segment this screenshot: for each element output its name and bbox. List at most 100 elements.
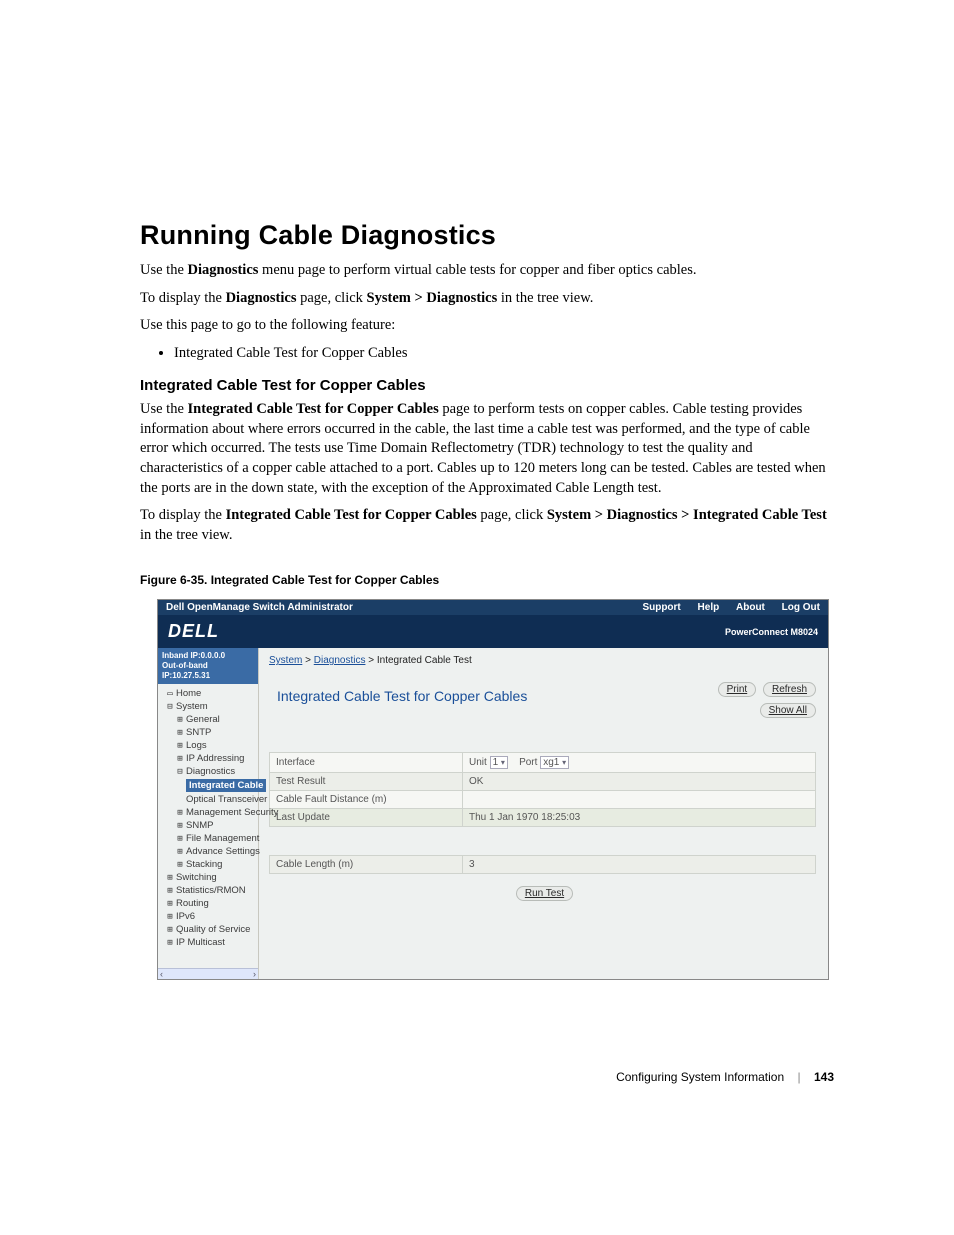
screenshot-body: Inband IP:0.0.0.0 Out-of-band IP:10.27.5… (158, 648, 828, 979)
value-test-result: OK (463, 773, 816, 791)
tree-ip-multicast[interactable]: ⊞IP Multicast (162, 936, 256, 949)
embedded-screenshot: Dell OpenManage Switch Administrator Sup… (157, 599, 829, 980)
tree-label-selected: Integrated Cable (186, 779, 266, 792)
footer-separator: | (798, 1070, 801, 1084)
about-link[interactable]: About (736, 602, 765, 613)
tree-stacking[interactable]: ⊞Stacking (162, 858, 256, 871)
label-interface: Interface (270, 753, 463, 773)
tree-management-security[interactable]: ⊞Management Security (162, 806, 256, 819)
panel-header: Integrated Cable Test for Copper Cables … (269, 682, 816, 718)
label-fault-distance: Cable Fault Distance (m) (270, 791, 463, 809)
expand-icon: ⊞ (176, 834, 184, 844)
page-number: 143 (814, 1070, 834, 1084)
tree-switching[interactable]: ⊞Switching (162, 871, 256, 884)
bold-text: Integrated Cable Test for Copper Cables (188, 401, 439, 417)
text: Use the (140, 401, 188, 417)
tree-label: Management Security (186, 807, 278, 818)
run-test-button[interactable]: Run Test (516, 886, 573, 901)
folder-icon: ▭ (166, 689, 174, 699)
value-last-update: Thu 1 Jan 1970 18:25:03 (463, 809, 816, 827)
figure-caption: Figure 6-35. Integrated Cable Test for C… (140, 573, 834, 587)
tree-qos[interactable]: ⊞Quality of Service (162, 923, 256, 936)
expand-icon: ⊞ (166, 886, 174, 896)
model-label: PowerConnect M8024 (725, 627, 818, 637)
tree-advance-settings[interactable]: ⊞Advance Settings (162, 845, 256, 858)
scroll-left-icon[interactable]: ‹ (160, 969, 163, 979)
nav-sidebar: Inband IP:0.0.0.0 Out-of-band IP:10.27.5… (158, 648, 259, 979)
tree-ipv6[interactable]: ⊞IPv6 (162, 910, 256, 923)
expand-icon: ⊞ (166, 899, 174, 909)
tree-label: Advance Settings (186, 846, 260, 857)
text: To display the (140, 507, 226, 523)
page: Running Cable Diagnostics Use the Diagno… (0, 0, 954, 1144)
paragraph: Use this page to go to the following fea… (140, 316, 834, 336)
tree-ip-addressing[interactable]: ⊞IP Addressing (162, 752, 256, 765)
tree-diagnostics[interactable]: ⊟Diagnostics (162, 765, 256, 778)
tree-statistics[interactable]: ⊞Statistics/RMON (162, 884, 256, 897)
crumb-diagnostics[interactable]: Diagnostics (314, 655, 366, 666)
breadcrumb: System > Diagnostics > Integrated Cable … (269, 652, 816, 682)
results-table: Interface Unit 1 ▾ Port xg1 ▾ Test Resul… (269, 752, 816, 874)
expand-icon: ⊞ (176, 741, 184, 751)
panel-title: Integrated Cable Test for Copper Cables (269, 682, 527, 710)
tree-routing[interactable]: ⊞Routing (162, 897, 256, 910)
text: page, click (296, 290, 366, 306)
page-footer: Configuring System Information | 143 (140, 1070, 834, 1084)
refresh-button[interactable]: Refresh (763, 682, 816, 697)
table-row-cable-length: Cable Length (m) 3 (270, 856, 816, 874)
bold-text: Integrated Cable Test for Copper Cables (226, 507, 477, 523)
table-row-fault-distance: Cable Fault Distance (m) (270, 791, 816, 809)
paragraph: Use the Diagnostics menu page to perform… (140, 261, 834, 281)
data-table-block: Interface Unit 1 ▾ Port xg1 ▾ Test Resul… (269, 752, 816, 901)
expand-icon: ⊞ (176, 715, 184, 725)
footer-section: Configuring System Information (616, 1070, 784, 1084)
tree-snmp[interactable]: ⊞SNMP (162, 819, 256, 832)
show-all-button[interactable]: Show All (760, 703, 816, 718)
paragraph: To display the Diagnostics page, click S… (140, 289, 834, 309)
chevron-down-icon: ▾ (501, 758, 505, 767)
scroll-right-icon[interactable]: › (253, 969, 256, 979)
port-label: Port (519, 757, 537, 768)
tree-label: File Management (186, 833, 259, 844)
tree-integrated-cable[interactable]: Integrated Cable (162, 778, 256, 793)
tree-logs[interactable]: ⊞Logs (162, 739, 256, 752)
horizontal-scrollbar[interactable]: ‹ › (158, 968, 258, 979)
help-link[interactable]: Help (698, 602, 720, 613)
text: menu page to perform virtual cable tests… (258, 262, 696, 278)
tree-file-management[interactable]: ⊞File Management (162, 832, 256, 845)
tree-system[interactable]: ⊟System (162, 700, 256, 713)
tree-sntp[interactable]: ⊞SNTP (162, 726, 256, 739)
tree-home[interactable]: ▭Home (162, 687, 256, 700)
menu-path: System > Diagnostics (367, 290, 498, 306)
tree-general[interactable]: ⊞General (162, 713, 256, 726)
tree-label: SNTP (186, 727, 211, 738)
table-row-interface: Interface Unit 1 ▾ Port xg1 ▾ (270, 753, 816, 773)
tree-label: Quality of Service (176, 924, 250, 935)
crumb-sep: > (365, 655, 376, 666)
expand-icon: ⊞ (176, 847, 184, 857)
tree-label: SNMP (186, 820, 213, 831)
outband-ip: Out-of-band IP:10.27.5.31 (162, 661, 254, 681)
crumb-system[interactable]: System (269, 655, 302, 666)
port-select[interactable]: xg1 ▾ (540, 756, 569, 769)
expand-icon: ⊞ (176, 808, 184, 818)
label-cable-length: Cable Length (m) (270, 856, 463, 874)
expand-icon: ⊞ (176, 860, 184, 870)
chevron-down-icon: ▾ (562, 758, 566, 767)
logout-link[interactable]: Log Out (782, 602, 820, 613)
expand-icon: ⊞ (166, 912, 174, 922)
text: page, click (477, 507, 547, 523)
ip-info: Inband IP:0.0.0.0 Out-of-band IP:10.27.5… (158, 648, 258, 684)
unit-select[interactable]: 1 ▾ (490, 756, 508, 769)
list-item: Integrated Cable Test for Copper Cables (174, 344, 834, 364)
collapse-icon: ⊟ (166, 702, 174, 712)
tree-optical-transceiver[interactable]: Optical Transceiver (162, 793, 256, 806)
paragraph: Use the Integrated Cable Test for Copper… (140, 400, 834, 498)
sub-heading: Integrated Cable Test for Copper Cables (140, 377, 834, 394)
tree-label: Diagnostics (186, 766, 235, 777)
run-test-wrap: Run Test (269, 886, 816, 901)
print-button[interactable]: Print (718, 682, 757, 697)
support-link[interactable]: Support (642, 602, 680, 613)
tree-label: Statistics/RMON (176, 885, 246, 896)
tree-label: System (176, 701, 208, 712)
